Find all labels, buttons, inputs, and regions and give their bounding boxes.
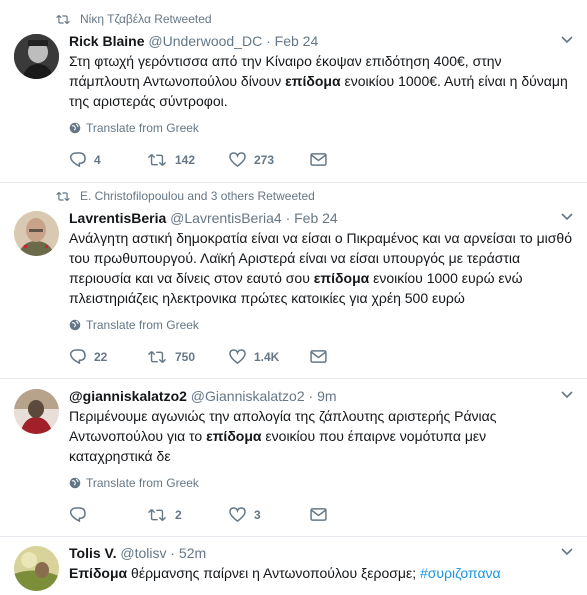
chevron-down-icon[interactable] (561, 391, 573, 399)
tweet-header: LavrentisBeria @LavrentisBeria4 · Feb 24 (69, 209, 573, 227)
retweet-icon (56, 191, 70, 201)
retweet-count: 2 (175, 507, 182, 522)
user-handle[interactable]: @tolisv (120, 545, 166, 561)
avatar[interactable] (14, 34, 59, 79)
retweet-icon (147, 153, 167, 166)
like-count: 3 (254, 507, 261, 522)
tweet-header: @gianniskalatzo2 @Gianniskalatzo2 · 9m (69, 387, 573, 405)
reply-icon (69, 349, 86, 364)
tweet-header: Rick Blaine @Underwood_DC · Feb 24 (69, 32, 573, 50)
reply-icon (69, 507, 86, 522)
envelope-icon (310, 350, 327, 363)
translate-label: Translate from Greek (86, 476, 199, 490)
avatar[interactable] (14, 211, 59, 256)
tweet-3[interactable]: @gianniskalatzo2 @Gianniskalatzo2 · 9m Π… (0, 379, 587, 537)
envelope-icon (310, 508, 327, 521)
globe-icon (69, 122, 81, 134)
direct-message-button[interactable] (310, 350, 335, 363)
retweet-count: 142 (175, 152, 196, 167)
tweet-text: Στη φτωχή γερόντισσα από την Κίναιρο έκο… (69, 51, 573, 111)
search-term-highlight: επίδομα (313, 270, 370, 286)
separator: · (170, 545, 176, 561)
tweet-2[interactable]: E. Christofilopoulou and 3 others Retwee… (0, 183, 587, 379)
retweet-button[interactable]: 2 (147, 508, 229, 522)
search-term-highlight: Επίδομα (69, 565, 128, 581)
globe-icon (69, 477, 81, 489)
reply-button[interactable]: 4 (69, 152, 147, 167)
like-button[interactable]: 1.4K (229, 349, 310, 364)
timestamp[interactable]: 9m (317, 388, 336, 404)
user-handle[interactable]: @Gianniskalatzo2 (191, 388, 305, 404)
translate-link[interactable]: Translate from Greek (69, 318, 573, 332)
user-handle[interactable]: @Underwood_DC (148, 33, 262, 49)
timestamp[interactable]: Feb 24 (294, 210, 338, 226)
heart-icon (229, 507, 246, 522)
translate-link[interactable]: Translate from Greek (69, 121, 573, 135)
reply-icon (69, 152, 86, 167)
heart-icon (229, 152, 246, 167)
tweet-1[interactable]: Νίκη Τζαβέλα Retweeted Rick Blaine @Unde… (0, 0, 587, 183)
search-term-highlight: επίδομα (206, 428, 262, 444)
timestamp[interactable]: Feb 24 (275, 33, 319, 49)
reply-count: 22 (94, 349, 108, 364)
translate-link[interactable]: Translate from Greek (69, 476, 573, 490)
retweet-context[interactable]: Νίκη Τζαβέλα Retweeted (56, 12, 212, 26)
retweet-icon (56, 14, 70, 24)
like-button[interactable]: 3 (229, 507, 310, 522)
retweet-button[interactable]: 142 (147, 153, 229, 167)
heart-icon (229, 349, 246, 364)
reply-button[interactable] (69, 507, 147, 522)
tweet-actions: 2 3 (69, 507, 573, 522)
separator: · (308, 388, 314, 404)
separator: · (266, 33, 271, 49)
tweet-header: Tolis V. @tolisv · 52m (69, 544, 573, 562)
translate-label: Translate from Greek (86, 121, 199, 135)
reply-button[interactable]: 22 (69, 349, 147, 364)
retweet-button[interactable]: 750 (147, 350, 229, 364)
search-term-highlight: επίδομα (285, 73, 341, 89)
reply-count: 4 (94, 152, 101, 167)
like-count: 1.4K (254, 349, 280, 364)
display-name[interactable]: @gianniskalatzo2 (69, 388, 187, 404)
envelope-icon (310, 153, 327, 166)
tweet-actions: 4 142 273 (69, 152, 573, 167)
tweet-text: Επίδομα θέρμανσης παίρνει η Αντωνοπούλου… (69, 563, 573, 583)
display-name[interactable]: Tolis V. (69, 545, 116, 561)
like-button[interactable]: 273 (229, 152, 310, 167)
tweet-text-part: θέρμανσης παίρνει η Αντωνοπούλου ξεροσμε… (127, 565, 420, 581)
retweet-context[interactable]: E. Christofilopoulou and 3 others Retwee… (56, 189, 315, 203)
separator: · (285, 210, 291, 226)
direct-message-button[interactable] (310, 153, 335, 166)
avatar[interactable] (14, 546, 59, 591)
hashtag-link[interactable]: #συριζοπανα (420, 565, 501, 581)
display-name[interactable]: Rick Blaine (69, 33, 144, 49)
translate-label: Translate from Greek (86, 318, 199, 332)
retweet-icon (147, 350, 167, 363)
chevron-down-icon[interactable] (561, 548, 573, 556)
retweet-icon (147, 508, 167, 521)
globe-icon (69, 319, 81, 331)
user-handle[interactable]: @LavrentisBeria4 (170, 210, 282, 226)
direct-message-button[interactable] (310, 508, 335, 521)
retweet-count: 750 (175, 349, 196, 364)
avatar[interactable] (14, 389, 59, 434)
tweet-actions: 22 750 1.4K (69, 349, 573, 364)
tweet-4[interactable]: Tolis V. @tolisv · 52m Επίδομα θέρμανσης… (0, 537, 587, 595)
tweet-text: Περιμένουμε αγωνιώς την απολογία της ζάπ… (69, 406, 573, 466)
chevron-down-icon[interactable] (561, 36, 573, 44)
retweeted-by-label: E. Christofilopoulou and 3 others Retwee… (80, 189, 315, 203)
retweeted-by-label: Νίκη Τζαβέλα Retweeted (80, 12, 212, 26)
display-name[interactable]: LavrentisBeria (69, 210, 166, 226)
timestamp[interactable]: 52m (179, 545, 206, 561)
tweet-text: Ανάλγητη αστική δημοκρατία είναι να είσα… (69, 228, 573, 308)
chevron-down-icon[interactable] (561, 213, 573, 221)
like-count: 273 (254, 152, 275, 167)
